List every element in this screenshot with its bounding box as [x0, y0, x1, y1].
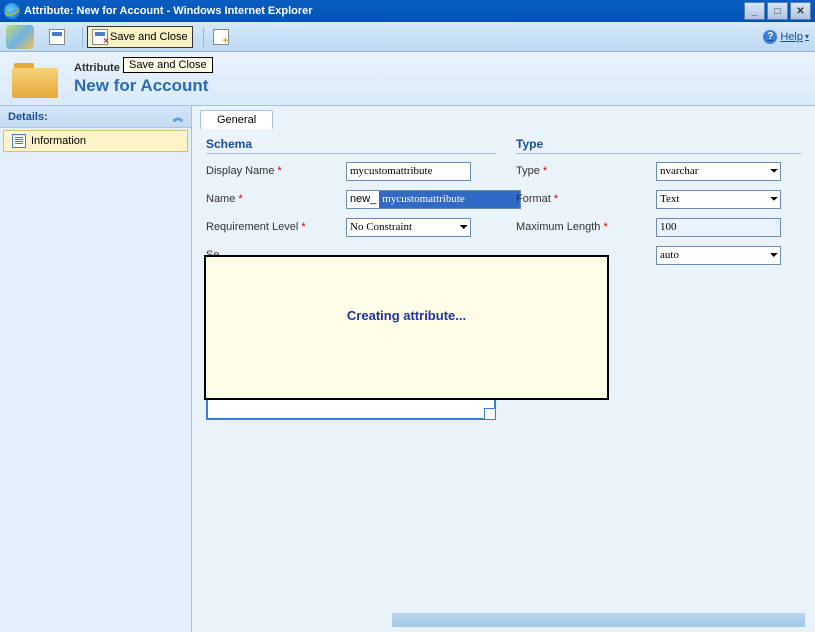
type-title: Type	[516, 137, 801, 154]
help-label: Help	[780, 31, 803, 43]
progress-message: Creating attribute...	[347, 308, 466, 323]
sidebar-item-label: Information	[31, 135, 86, 147]
toolbar-separator	[203, 27, 204, 47]
toolbar: Save and Close ? Help ▾	[0, 22, 815, 52]
sidebar-section-header[interactable]: Details: ︽	[0, 106, 191, 128]
tooltip: Save and Close	[123, 57, 213, 73]
tab-row: General	[200, 110, 807, 129]
display-name-input[interactable]	[346, 162, 471, 181]
save-new-icon	[213, 29, 229, 45]
type-label: Type *	[516, 165, 656, 177]
tab-general[interactable]: General	[200, 110, 273, 129]
schema-title: Schema	[206, 137, 496, 154]
sidebar: Details: ︽ Information	[0, 106, 192, 632]
toolbar-separator	[82, 27, 83, 47]
ime-mode-select[interactable]: auto	[656, 246, 781, 265]
document-icon	[12, 134, 26, 148]
sidebar-item-information[interactable]: Information	[3, 130, 188, 152]
format-select[interactable]: Text	[656, 190, 781, 209]
close-button[interactable]: ✕	[790, 2, 811, 20]
window-title: Attribute: New for Account - Windows Int…	[24, 5, 313, 17]
requirement-level-label: Requirement Level *	[206, 221, 346, 233]
type-select[interactable]: nvarchar	[656, 162, 781, 181]
maximize-button[interactable]: □	[767, 2, 788, 20]
name-prefix: new_	[346, 190, 379, 209]
save-button[interactable]	[44, 26, 72, 48]
save-as-new-button[interactable]	[208, 26, 236, 48]
progress-dialog: Creating attribute...	[204, 255, 609, 400]
format-label: Format *	[516, 193, 656, 205]
help-icon: ?	[763, 30, 777, 44]
window-titlebar: Attribute: New for Account - Windows Int…	[0, 0, 815, 22]
collapse-icon: ︽	[173, 109, 183, 124]
folder-icon	[12, 59, 62, 99]
name-input[interactable]	[379, 190, 521, 209]
save-close-icon	[92, 29, 108, 45]
name-label: Name *	[206, 193, 346, 205]
max-length-label: Maximum Length *	[516, 221, 656, 233]
save-and-close-label: Save and Close	[110, 31, 188, 43]
help-menu[interactable]: ? Help ▾	[763, 30, 809, 44]
minimize-button[interactable]: _	[744, 2, 765, 20]
resize-handle-icon[interactable]	[484, 408, 496, 420]
save-icon	[49, 29, 65, 45]
save-and-close-button[interactable]: Save and Close	[87, 26, 193, 48]
page-title: New for Account	[74, 76, 208, 96]
display-name-label: Display Name *	[206, 165, 346, 177]
crm-logo-icon	[6, 25, 34, 49]
chevron-down-icon: ▾	[805, 32, 809, 41]
ie-icon	[4, 3, 20, 19]
status-bar	[392, 613, 805, 627]
requirement-level-select[interactable]: No Constraint	[346, 218, 471, 237]
max-length-input[interactable]	[656, 218, 781, 237]
sidebar-section-label: Details:	[8, 111, 48, 123]
